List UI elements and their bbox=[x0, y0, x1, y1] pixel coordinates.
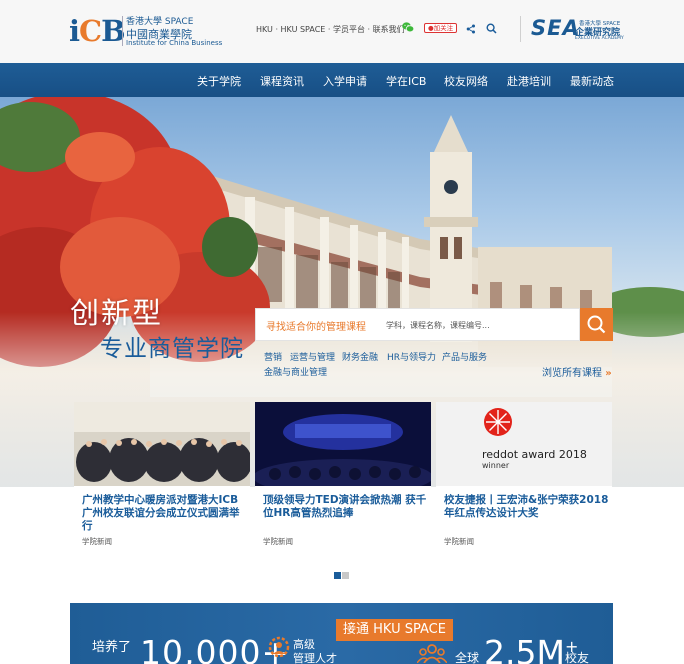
top-links[interactable]: HKU · HKU SPACE · 学员平台 · 联系我们 bbox=[256, 24, 405, 35]
hero-slogan-line1: 创新型 bbox=[70, 296, 164, 330]
reddot-award-image: reddot award 2018 winner bbox=[436, 402, 612, 486]
stats-talent-line2: 管理人才 bbox=[293, 652, 337, 664]
news-card[interactable]: reddot award 2018 winner 校友捷报丨王宏沛&张宁荣获20… bbox=[436, 402, 612, 562]
stats-alumni-number: 2.5M bbox=[484, 633, 565, 664]
group-icon bbox=[417, 644, 447, 663]
news-title[interactable]: 校友捷报丨王宏沛&张宁荣获2018年红点传达设计大奖 bbox=[444, 494, 609, 520]
icb-logo-mark: iCB bbox=[69, 14, 126, 48]
news-tag: 学院新闻 bbox=[263, 537, 293, 546]
reddot-winner-text: winner bbox=[482, 461, 510, 470]
news-title[interactable]: 顶级领导力TED演讲会掀热潮 获千位HR高管热烈追捧 bbox=[263, 494, 428, 520]
sea-logo[interactable]: SEA 香港大學 SPACE 企業研究院 EXECUTIVE ACADEMY bbox=[531, 16, 624, 42]
carousel-dot-2[interactable] bbox=[342, 572, 349, 579]
search-icon[interactable] bbox=[486, 23, 497, 34]
category-hr-leadership[interactable]: HR与领导力 bbox=[387, 350, 436, 363]
nav-item-study-at-icb[interactable]: 学在ICB bbox=[386, 73, 426, 89]
gear-person-icon bbox=[268, 636, 290, 658]
news-card[interactable]: 顶级领导力TED演讲会掀热潮 获千位HR高管热烈追捧 学院新闻 bbox=[255, 402, 431, 562]
category-product-service[interactable]: 产品与服务 bbox=[442, 350, 487, 363]
logo-divider bbox=[122, 16, 123, 46]
connect-hku-space-badge: 接通 HKU SPACE bbox=[336, 619, 453, 641]
icb-logo-line3: Institute for China Business bbox=[126, 39, 223, 47]
follow-label: 加关注 bbox=[433, 24, 454, 32]
category-finance-business[interactable]: 金融与商业管理 bbox=[264, 365, 327, 378]
course-search-button[interactable] bbox=[580, 308, 613, 341]
news-photo bbox=[255, 402, 431, 486]
nav-item-news[interactable]: 最新动态 bbox=[570, 73, 614, 89]
share-icon[interactable] bbox=[466, 24, 476, 34]
category-finance[interactable]: 财务金融 bbox=[342, 350, 378, 363]
weibo-follow-button[interactable]: ●加关注 bbox=[424, 23, 458, 33]
carousel-dot-1[interactable] bbox=[334, 572, 341, 579]
news-title[interactable]: 广州教学中心暖房派对暨港大ICB广州校友联谊分会成立仪式圆满举行 bbox=[82, 494, 247, 533]
sea-logo-mark: SEA bbox=[531, 16, 580, 40]
stats-alumni-label: 校友 bbox=[565, 651, 590, 664]
icb-logo[interactable]: iCB 香港大學 SPACE 中國商業學院 Institute for Chin… bbox=[69, 14, 222, 48]
category-marketing[interactable]: 营销 bbox=[264, 350, 282, 363]
stats-cultivated-label: 培养了 bbox=[92, 640, 132, 655]
course-search-label: 寻找适合你的管理课程 bbox=[266, 322, 366, 333]
course-search-box: 寻找适合你的管理课程 bbox=[255, 308, 580, 341]
header-divider bbox=[520, 16, 521, 42]
search-icon bbox=[587, 315, 606, 334]
hero-slogan-line2: 专业商管学院 bbox=[100, 336, 244, 362]
course-search-input[interactable] bbox=[386, 315, 576, 335]
browse-all-label: 浏览所有课程 bbox=[542, 368, 602, 379]
news-tag: 学院新闻 bbox=[82, 537, 112, 546]
nav-item-courses[interactable]: 课程资讯 bbox=[260, 73, 304, 89]
browse-all-courses-link[interactable]: 浏览所有课程 » bbox=[542, 364, 612, 379]
news-photo bbox=[74, 402, 250, 486]
wechat-icon[interactable] bbox=[402, 22, 414, 33]
site-header: iCB 香港大學 SPACE 中國商業學院 Institute for Chin… bbox=[0, 0, 684, 63]
nav-item-admission[interactable]: 入学申请 bbox=[323, 73, 367, 89]
main-nav: 关于学院 课程资讯 入学申请 学在ICB 校友网络 赴港培训 最新动态 bbox=[0, 63, 684, 97]
news-tag: 学院新闻 bbox=[444, 537, 474, 546]
reddot-award-text: reddot award 2018 bbox=[482, 448, 587, 461]
category-operations[interactable]: 运营与管理 bbox=[290, 350, 335, 363]
nav-item-hk-training[interactable]: 赴港培训 bbox=[507, 73, 551, 89]
stats-global-label: 全球 bbox=[455, 651, 480, 664]
reddot-logo-icon bbox=[484, 408, 512, 436]
stats-banner: 培养了 10,000+ 高级 管理人才 接通 HKU SPACE 全球 2.5M… bbox=[70, 603, 613, 664]
nav-item-alumni[interactable]: 校友网络 bbox=[444, 73, 488, 89]
double-chevron-right-icon: » bbox=[605, 368, 612, 379]
sea-logo-line3: EXECUTIVE ACADEMY bbox=[575, 36, 624, 41]
nav-item-about[interactable]: 关于学院 bbox=[197, 73, 241, 89]
news-card[interactable]: 广州教学中心暖房派对暨港大ICB广州校友联谊分会成立仪式圆满举行 学院新闻 bbox=[74, 402, 250, 562]
